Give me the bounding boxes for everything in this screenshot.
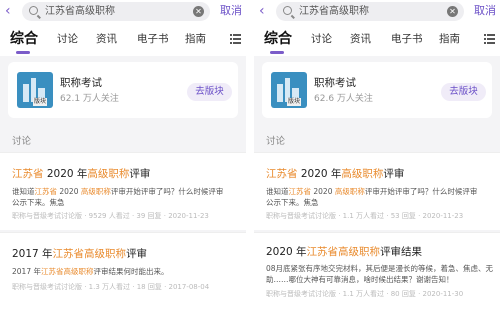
article-item[interactable]: 江苏省 2020 年高级职称评审 谁知道江苏省 2020 高级职称评审开始评审了… [254, 152, 500, 230]
search-query[interactable]: 江苏省高级职称 [45, 5, 115, 18]
snippet-part: 评审结果何时能出来。 [93, 267, 169, 276]
forum-badge: 版块 [33, 98, 48, 106]
go-to-forum-button[interactable]: 去版块 [441, 83, 486, 101]
more-tabs-menu-icon[interactable] [230, 33, 241, 44]
tab-bar: 综合 讨论 资讯 电子书 指南 [254, 24, 500, 56]
article-meta: 职称与晋级考试讨论版 · 9529 人看过 · 39 回复 · 2020-11-… [12, 212, 209, 220]
title-part: 2020 年 [43, 168, 88, 180]
forum-card[interactable]: 版块 职称考试 62.1 万人关注 去版块 [8, 62, 238, 118]
article-snippet: 08月底紧张有序地交完材料，其后便是漫长的等候，着急、焦虑、无 助……哪位大神有可… [266, 263, 493, 285]
article-snippet: 2017 年江苏省高级职称评审结果何时能出来。 [12, 266, 168, 277]
cancel-button[interactable]: 取消 [220, 4, 242, 18]
snippet-part: 江苏省 [34, 187, 58, 196]
tab-comprehensive[interactable]: 综合 [10, 30, 38, 48]
snippet-part: 2020 [311, 187, 335, 196]
more-tabs-menu-icon[interactable] [484, 33, 495, 44]
tab-bar: 综合 讨论 资讯 电子书 指南 [0, 24, 246, 56]
tab-ebooks[interactable]: 电子书 [391, 32, 423, 46]
snippet-part: 高级职称 [334, 187, 365, 196]
forum-book-icon: 版块 [17, 72, 53, 108]
tab-discussion[interactable]: 讨论 [57, 32, 78, 46]
article-snippet: 谁知道江苏省 2020 高级职称评审开始评审了吗？什么时候评审公示下来。焦急 [12, 186, 223, 208]
section-label-discussion: 讨论 [266, 136, 286, 147]
tab-comprehensive[interactable]: 综合 [264, 30, 292, 48]
search-bar: ‹ 江苏省高级职称 ✕ 取消 [254, 0, 500, 24]
forum-badge: 版块 [287, 98, 302, 106]
search-results-panel-right: ‹ 江苏省高级职称 ✕ 取消 综合 讨论 资讯 电子书 指南 版块 职称考试 6… [254, 0, 500, 309]
article-meta: 职称与晋级考试讨论版 · 1.1 万人看过 · 53 回复 · 2020-11-… [266, 212, 464, 220]
snippet-part: 2017 年 [12, 267, 41, 276]
snippet-part: 谁知道 [266, 187, 289, 196]
forum-followers: 62.1 万人关注 [60, 94, 119, 104]
title-part: 评审结果 [380, 246, 423, 258]
article-title: 江苏省 2020 年高级职称评审 [12, 167, 150, 181]
forum-followers: 62.6 万人关注 [314, 94, 373, 104]
snippet-part: 评审开始评审了吗？什么时候评审 [364, 187, 478, 196]
snippet-part: 公示下来。焦急 [266, 198, 319, 207]
title-part: 评审 [126, 248, 148, 260]
forum-book-icon: 版块 [271, 72, 307, 108]
article-title: 2020 年江苏省高级职称评审结果 [266, 245, 422, 259]
article-item[interactable]: 江苏省 2020 年高级职称评审 谁知道江苏省 2020 高级职称评审开始评审了… [0, 152, 246, 230]
snippet-part: 08月底紧张有序地交完材料，其后便是漫长的等候，着急、焦虑、无 [266, 264, 494, 273]
title-part: 2017 年 [12, 248, 53, 260]
title-part: 高级职称 [87, 168, 130, 180]
clear-icon[interactable]: ✕ [447, 6, 458, 17]
snippet-part: 高级职称 [80, 187, 111, 196]
article-meta: 职称与晋级考试讨论版 · 1.1 万人看过 · 80 回复 · 2020-11-… [266, 290, 464, 298]
tab-guides[interactable]: 指南 [185, 32, 206, 46]
snippet-part: 评审开始评审了吗？什么时候评审 [110, 187, 224, 196]
article-meta: 职称与晋级考试讨论版 · 1.3 万人看过 · 18 回复 · 2017-08-… [12, 283, 210, 291]
forum-card[interactable]: 版块 职称考试 62.6 万人关注 去版块 [262, 62, 492, 118]
tab-guides[interactable]: 指南 [439, 32, 460, 46]
forum-title: 职称考试 [314, 77, 356, 89]
search-input[interactable]: 江苏省高级职称 ✕ [22, 2, 210, 21]
snippet-part: 江苏省高级职称 [40, 267, 94, 276]
search-icon [283, 6, 292, 15]
title-part: 江苏省 [266, 168, 298, 180]
title-part: 评审 [129, 168, 151, 180]
tab-discussion[interactable]: 讨论 [311, 32, 332, 46]
title-part: 高级职称 [341, 168, 384, 180]
go-to-forum-button[interactable]: 去版块 [187, 83, 232, 101]
search-query[interactable]: 江苏省高级职称 [299, 5, 369, 18]
snippet-part: 助……哪位大神有可靠消息，啥时候出结果？谢谢告知！ [266, 275, 454, 284]
snippet-part: 2020 [57, 187, 81, 196]
article-item[interactable]: 2020 年江苏省高级职称评审结果 08月底紧张有序地交完材料，其后便是漫长的等… [254, 232, 500, 309]
cancel-button[interactable]: 取消 [474, 4, 496, 18]
title-part: 2020 年 [297, 168, 342, 180]
title-part: 江苏省高级职称 [52, 248, 127, 260]
snippet-part: 谁知道 [12, 187, 35, 196]
search-bar: ‹ 江苏省高级职称 ✕ 取消 [0, 0, 246, 24]
title-part: 2020 年 [266, 246, 307, 258]
search-results-panel-left: ‹ 江苏省高级职称 ✕ 取消 综合 讨论 资讯 电子书 指南 版块 职称考试 6… [0, 0, 246, 309]
panel-divider [246, 0, 254, 309]
search-input[interactable]: 江苏省高级职称 ✕ [276, 2, 464, 21]
search-icon [29, 6, 38, 15]
back-arrow-icon[interactable]: ‹ [5, 3, 11, 19]
tab-news[interactable]: 资讯 [350, 32, 371, 46]
clear-icon[interactable]: ✕ [193, 6, 204, 17]
article-title: 江苏省 2020 年高级职称评审 [266, 167, 404, 181]
snippet-part: 公示下来。焦急 [12, 198, 65, 207]
article-item[interactable]: 2017 年江苏省高级职称评审 2017 年江苏省高级职称评审结果何时能出来。 … [0, 232, 246, 309]
title-part: 评审 [383, 168, 405, 180]
active-tab-indicator [16, 51, 30, 54]
article-title: 2017 年江苏省高级职称评审 [12, 247, 147, 261]
title-part: 江苏省 [12, 168, 44, 180]
tab-ebooks[interactable]: 电子书 [137, 32, 169, 46]
title-part: 江苏省高级职称 [306, 246, 381, 258]
active-tab-indicator [270, 51, 284, 54]
tab-news[interactable]: 资讯 [96, 32, 117, 46]
forum-title: 职称考试 [60, 77, 102, 89]
snippet-part: 江苏省 [288, 187, 312, 196]
article-snippet: 谁知道江苏省 2020 高级职称评审开始评审了吗？什么时候评审公示下来。焦急 [266, 186, 477, 208]
back-arrow-icon[interactable]: ‹ [259, 3, 265, 19]
section-label-discussion: 讨论 [12, 136, 32, 147]
